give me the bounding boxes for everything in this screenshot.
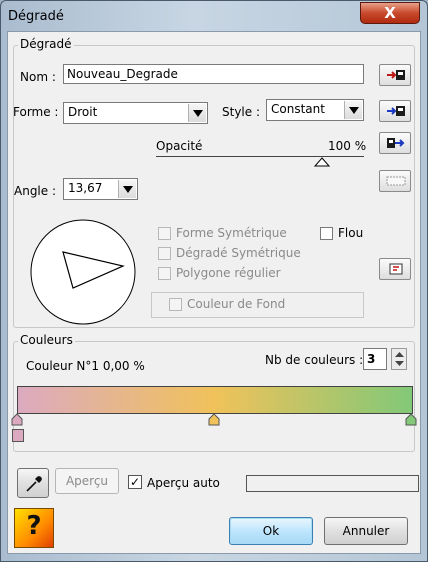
degrade-symetrique-label: Dégradé Symétrique	[176, 246, 301, 260]
nb-couleurs-input[interactable]: 3	[363, 348, 387, 370]
gradient-stop-marker[interactable]	[208, 413, 220, 426]
style-value: Constant	[271, 102, 325, 116]
close-button[interactable]: X	[360, 2, 420, 24]
chevron-down-icon[interactable]	[118, 180, 136, 198]
annuler-button[interactable]: Annuler	[324, 517, 408, 545]
blank-button[interactable]	[379, 170, 411, 192]
forme-select[interactable]: Droit	[63, 102, 208, 124]
slider-track	[156, 156, 364, 157]
spin-up-icon[interactable]	[395, 351, 404, 357]
degrade-symetrique-checkbox[interactable]	[158, 247, 171, 260]
nb-couleurs-label: Nb de couleurs :	[265, 353, 364, 367]
load-icon	[387, 70, 405, 80]
gradient-stops[interactable]	[11, 413, 419, 427]
gradient-bar[interactable]	[17, 386, 413, 414]
gradient-stop-marker[interactable]	[405, 413, 417, 426]
nb-couleurs-spinner[interactable]	[391, 348, 407, 370]
opacite-value: 100 %	[328, 139, 367, 153]
forme-symetrique-label: Forme Symétrique	[176, 226, 287, 240]
export-button[interactable]	[379, 132, 411, 154]
help-button[interactable]: ?	[14, 508, 54, 548]
spin-down-icon[interactable]	[395, 361, 404, 367]
title-bar[interactable]: Dégradé X	[1, 1, 427, 31]
opacite-slider[interactable]	[156, 156, 364, 170]
gradient-stop-marker[interactable]	[11, 413, 23, 426]
eyedropper-button[interactable]	[17, 468, 49, 498]
couleur-de-fond-label: Couleur de Fond	[187, 297, 286, 311]
apercu-button[interactable]: Aperçu	[55, 468, 119, 494]
paste-icon	[389, 263, 403, 275]
blank-icon	[386, 176, 406, 186]
angle-value: 13,67	[68, 181, 103, 195]
dialog-client: Dégradé Nom : Nouveau_Degrade Forme : Dr…	[7, 31, 421, 554]
polygone-regulier-label: Polygone régulier	[176, 266, 281, 280]
nom-label: Nom :	[20, 70, 56, 84]
save-icon	[387, 106, 405, 116]
window-title: Dégradé	[8, 9, 64, 24]
style-select[interactable]: Constant	[266, 99, 364, 121]
selected-color-swatch[interactable]	[12, 429, 24, 442]
opacite-label: Opacité	[156, 139, 203, 153]
close-icon: X	[384, 4, 396, 22]
forme-value: Droit	[68, 105, 98, 119]
couleurs-group-label: Couleurs	[18, 333, 75, 347]
save-button[interactable]	[379, 100, 411, 122]
couleur-de-fond-checkbox[interactable]	[169, 298, 182, 311]
paste-button[interactable]	[379, 258, 411, 280]
forme-symetrique-checkbox[interactable]	[158, 227, 171, 240]
apercu-auto-label: Aperçu auto	[147, 476, 220, 490]
apercu-auto-checkbox[interactable]: ✓	[128, 475, 142, 489]
chevron-down-icon[interactable]	[188, 104, 206, 122]
apercu-preview	[246, 475, 419, 492]
ok-button[interactable]: Ok	[229, 517, 313, 545]
help-icon: ?	[26, 511, 42, 541]
angle-preview[interactable]	[29, 218, 137, 326]
angle-select[interactable]: 13,67	[63, 178, 138, 200]
couleur-info: Couleur N°1 0,00 %	[26, 359, 145, 373]
dialog-window: Dégradé X Dégradé Nom : Nouveau_Degrade …	[0, 0, 428, 562]
slider-thumb[interactable]	[314, 157, 330, 167]
degrade-group-label: Dégradé	[18, 37, 74, 51]
flou-label: Flou	[338, 226, 364, 240]
flou-checkbox[interactable]	[320, 227, 333, 240]
style-label: Style :	[222, 105, 260, 119]
polygone-regulier-checkbox[interactable]	[158, 267, 171, 280]
chevron-down-icon[interactable]	[344, 101, 362, 119]
angle-label: Angle :	[14, 184, 57, 198]
load-button[interactable]	[379, 64, 411, 86]
forme-label: Forme :	[13, 105, 59, 119]
eyedropper-icon	[26, 476, 42, 492]
nom-input[interactable]: Nouveau_Degrade	[63, 64, 364, 84]
export-icon	[387, 138, 405, 148]
